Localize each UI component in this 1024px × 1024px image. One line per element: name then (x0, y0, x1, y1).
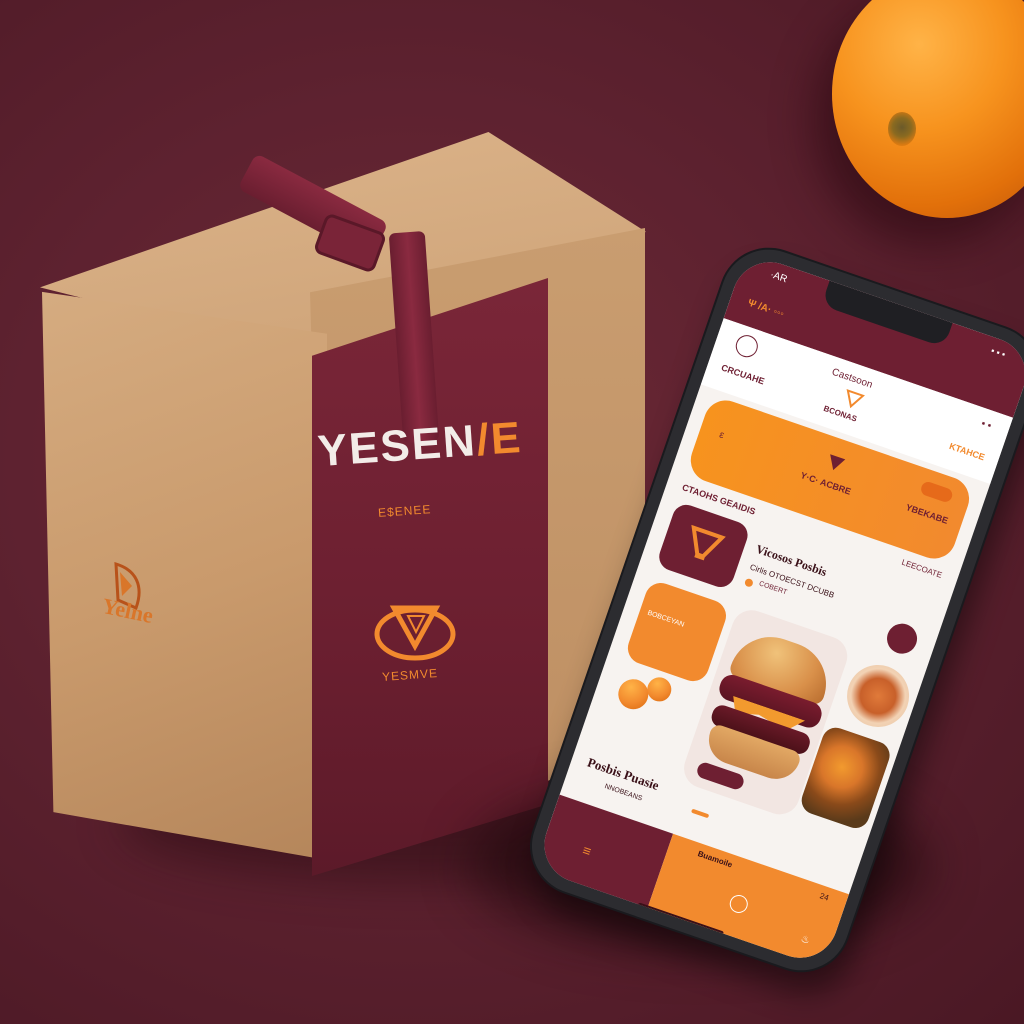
orange-icon (644, 674, 675, 705)
header-actions[interactable]: ▪ ▪ (980, 418, 993, 432)
orange-icon (614, 675, 653, 714)
food-bowl-image[interactable] (838, 656, 918, 736)
flame-logo-icon (846, 389, 865, 409)
promo-label: Y·C· ACBRE (799, 470, 853, 497)
profile-icon[interactable] (732, 332, 761, 361)
shield-badge-icon (830, 454, 846, 471)
category-tab-right[interactable]: KTAHCE (948, 441, 986, 462)
cup-icon (691, 524, 726, 561)
app-title: Castsoon (830, 366, 874, 391)
product-badge (743, 577, 754, 588)
category-tab-left[interactable]: CRCUAHE (720, 362, 766, 386)
section-see-all[interactable]: LEECOATE (900, 558, 943, 580)
orange-fruit (832, 0, 1024, 218)
header-left-label[interactable]: Ψ /A· ◦◦◦ (746, 298, 785, 321)
status-icons: ▪ ▪ ▪ (989, 345, 1007, 360)
promo-pill (919, 480, 955, 504)
promo-tile-text: BOBCEYAN (646, 609, 686, 629)
box-front-face (42, 291, 327, 860)
promo-tile[interactable]: BOBCEYAN (623, 578, 731, 686)
promo-right-label: YBEKABE (904, 502, 950, 526)
shield-emblem-icon (374, 605, 456, 661)
promo-left-symbol: ε (717, 429, 726, 442)
product-thumbnail[interactable] (655, 501, 752, 591)
footer-indicator (690, 808, 710, 819)
orange-navel (888, 112, 916, 146)
add-to-cart-button[interactable] (882, 619, 922, 658)
status-time: ·AR (768, 269, 789, 286)
